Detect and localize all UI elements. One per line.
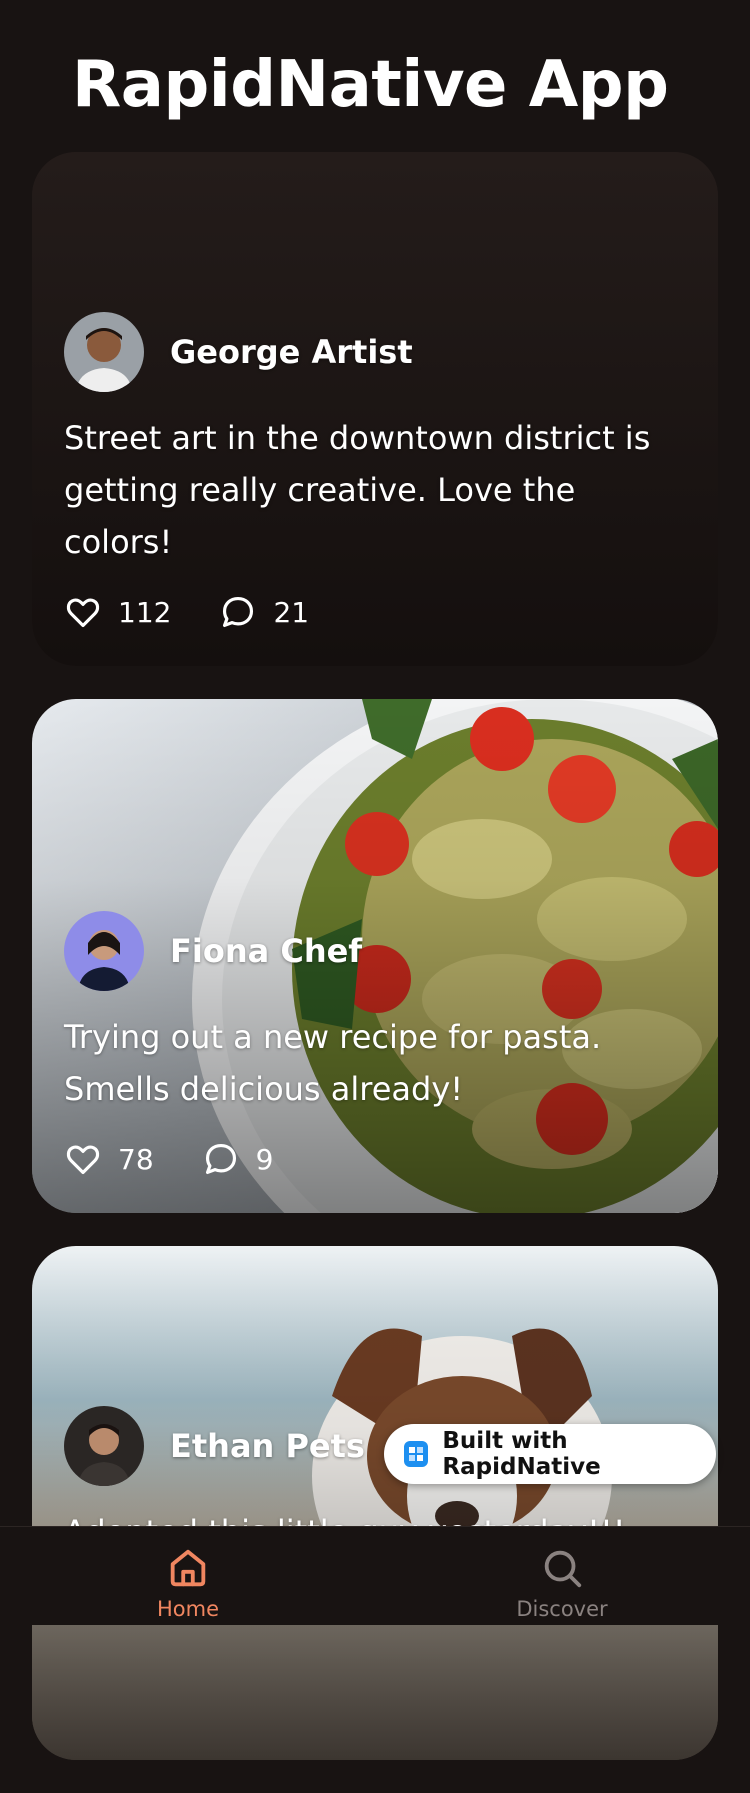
post-text: Street art in the downtown district is g… (64, 419, 651, 561)
rapidnative-logo-icon (404, 1441, 429, 1467)
comment-count: 9 (255, 1142, 274, 1176)
search-icon (544, 1550, 582, 1588)
like-count: 78 (118, 1142, 154, 1176)
avatar[interactable] (64, 312, 144, 392)
like-count: 112 (118, 595, 172, 629)
post-text: Trying out a new recipe for pasta. Smell… (64, 1018, 602, 1108)
home-icon (170, 1549, 206, 1587)
author-name: Ethan Pets (170, 1427, 365, 1465)
comment-icon (223, 596, 254, 628)
avatar[interactable] (64, 911, 144, 991)
like-button[interactable]: 112 (64, 593, 171, 631)
tab-label: Discover (516, 1597, 608, 1621)
bottom-tab-bar: Home Discover (0, 1526, 750, 1625)
heart-icon (66, 1145, 100, 1175)
built-with-badge[interactable]: Built with RapidNative (384, 1424, 716, 1484)
post-author[interactable]: Fiona Chef (64, 911, 686, 991)
like-button[interactable]: 78 (64, 1140, 154, 1178)
badge-label: Built with RapidNative (442, 1428, 601, 1480)
tab-home[interactable]: Home (88, 1527, 288, 1625)
app-title: RapidNative App (72, 48, 669, 122)
author-name: Fiona Chef (170, 932, 363, 970)
author-name: George Artist (170, 333, 413, 371)
comment-button[interactable]: 21 (219, 593, 309, 631)
comment-icon (205, 1143, 236, 1175)
tab-label: Home (156, 1597, 219, 1621)
comment-button[interactable]: 9 (202, 1140, 274, 1178)
post-card[interactable]: Fiona Chef Trying out a new recipe for p… (32, 699, 718, 1213)
post-card[interactable]: Ethan Pets Adopted this little guy yeste… (32, 1246, 718, 1760)
post-card[interactable]: George Artist Street art in the downtown… (32, 152, 718, 666)
heart-icon (66, 598, 100, 628)
post-author[interactable]: George Artist (64, 312, 686, 392)
tab-discover[interactable]: Discover (462, 1527, 662, 1625)
avatar[interactable] (64, 1406, 144, 1486)
comment-count: 21 (273, 595, 310, 629)
